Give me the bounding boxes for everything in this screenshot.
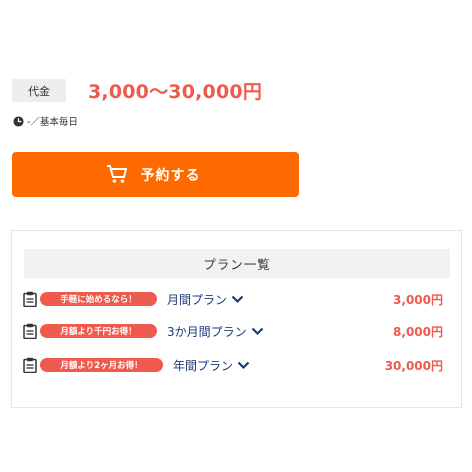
schedule-info: -／基本毎日 (13, 114, 78, 128)
clock-icon (13, 115, 24, 127)
price-label: 代金 (12, 79, 66, 102)
clipboard-icon (23, 323, 37, 339)
clipboard-icon (23, 357, 37, 373)
chevron-down-icon (237, 361, 250, 369)
plan-price: 30,000円 (384, 358, 443, 373)
price-value: 3,000〜30,000円 (88, 81, 263, 103)
plan-name-link[interactable]: 3か月間プラン (167, 323, 264, 340)
plan-name-text: 年間プラン (173, 358, 234, 373)
plan-name-text: 月間プラン (167, 292, 228, 307)
plan-name-link[interactable]: 月間プラン (167, 291, 244, 308)
plan-price: 3,000円 (393, 292, 443, 307)
schedule-text: -／基本毎日 (27, 117, 78, 128)
plan-row-monthly: 手軽に始めるなら！ 月間プラン 3,000円 (23, 289, 443, 309)
clipboard-icon (23, 291, 37, 307)
plan-list-title: プラン一覧 (24, 249, 450, 278)
plan-price: 8,000円 (393, 324, 443, 339)
reserve-button[interactable]: 予約する (12, 152, 299, 197)
plan-name-text: 3か月間プラン (167, 324, 247, 339)
cart-icon (107, 165, 127, 183)
plan-row-yearly: 月額より2ヶ月お得！ 年間プラン 30,000円 (23, 355, 443, 375)
plan-name-link[interactable]: 年間プラン (173, 357, 250, 374)
chevron-down-icon (251, 327, 263, 335)
plan-row-quarterly: 月額より千円お得！ 3か月間プラン 8,000円 (23, 321, 443, 341)
reserve-button-label: 予約する (140, 166, 201, 183)
price-row: 代金 3,000〜30,000円 (12, 77, 262, 104)
plan-badge: 月額より千円お得！ (40, 324, 157, 338)
plan-list: プラン一覧 手軽に始めるなら！ 月間プラン 3,000円 月額より千円お得！ 3… (11, 230, 462, 408)
chevron-down-icon (231, 295, 244, 303)
plan-badge: 月額より2ヶ月お得！ (40, 358, 163, 372)
plan-badge: 手軽に始めるなら！ (40, 292, 157, 306)
